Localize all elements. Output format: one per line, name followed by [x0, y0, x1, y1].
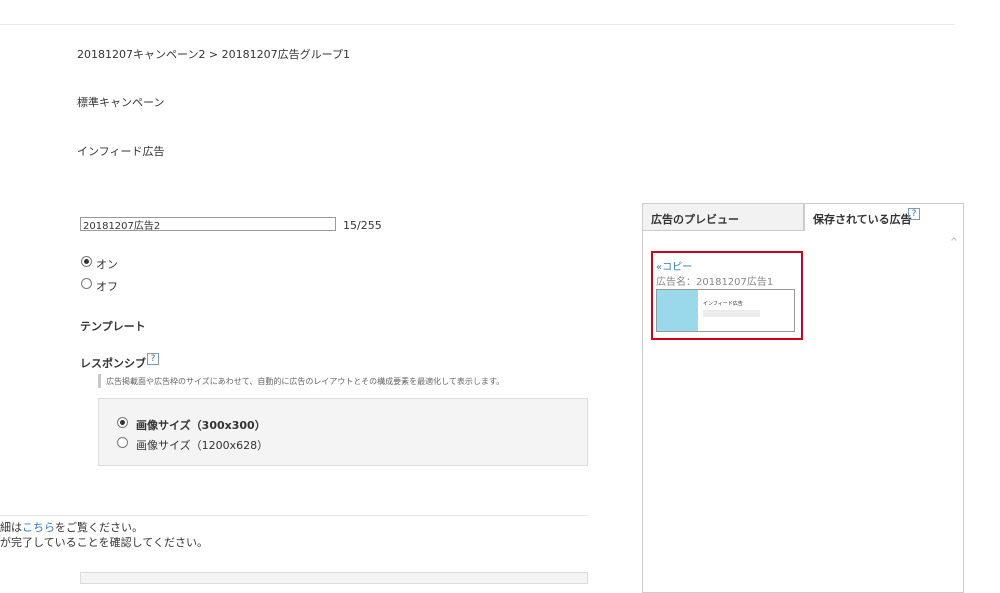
campaign-type: 標準キャンペーン [77, 96, 165, 109]
image-size-1200-radio[interactable] [117, 437, 128, 448]
image-size-300-label: 画像サイズ（300x300） [136, 419, 266, 432]
ad-name-counter: 15/255 [343, 219, 382, 232]
copy-link[interactable]: «コピー [656, 258, 692, 273]
thumbnail-image [657, 290, 698, 331]
thumbnail-title: インフィード広告 [703, 301, 743, 307]
responsive-label: レスポンシブ [80, 357, 146, 370]
ad-format: インフィード広告 [77, 145, 165, 158]
section-divider [0, 515, 588, 516]
chevron-up-icon[interactable]: ⌃ [948, 237, 960, 250]
status-off-radio[interactable] [81, 278, 92, 289]
saved-ad-name: 広告名：20181207広告1 [656, 277, 774, 288]
thumbnail-placeholder [703, 310, 760, 317]
status-on-label: オン [96, 258, 118, 271]
status-off-label: オフ [96, 280, 118, 293]
notice-prefix: 細は [0, 521, 22, 534]
image-size-1200-label: 画像サイズ（1200x628） [136, 439, 269, 452]
notice-here-link[interactable]: こちら [22, 521, 55, 534]
notice-suffix: をご覧ください。 [55, 521, 143, 534]
saved-ads-help-icon[interactable]: ? [908, 208, 920, 220]
tab-saved-ads[interactable]: 保存されている広告 [804, 203, 964, 231]
bottom-box [80, 572, 588, 584]
responsive-help-icon[interactable]: ? [147, 353, 159, 365]
notice-line1: 細はこちらをご覧ください。 [0, 519, 143, 535]
image-size-300-radio[interactable] [117, 417, 128, 428]
breadcrumb[interactable]: 20181207キャンペーン2 > 20181207広告グループ1 [77, 46, 350, 62]
template-label: テンプレート [80, 320, 146, 333]
status-on-radio[interactable] [81, 256, 92, 267]
notice-line2: が完了していることを確認してください。 [0, 536, 209, 549]
tab-saved-ads-label: 保存されている広告 [813, 213, 912, 226]
hint-bar [98, 374, 101, 388]
top-divider [0, 24, 955, 25]
ad-name-input[interactable] [80, 217, 336, 231]
tab-ad-preview[interactable]: 広告のプレビュー [642, 203, 804, 231]
responsive-hint: 広告掲載面や広告枠のサイズにあわせて、自動的に広告のレイアウトとその構成要素を最… [106, 377, 505, 386]
